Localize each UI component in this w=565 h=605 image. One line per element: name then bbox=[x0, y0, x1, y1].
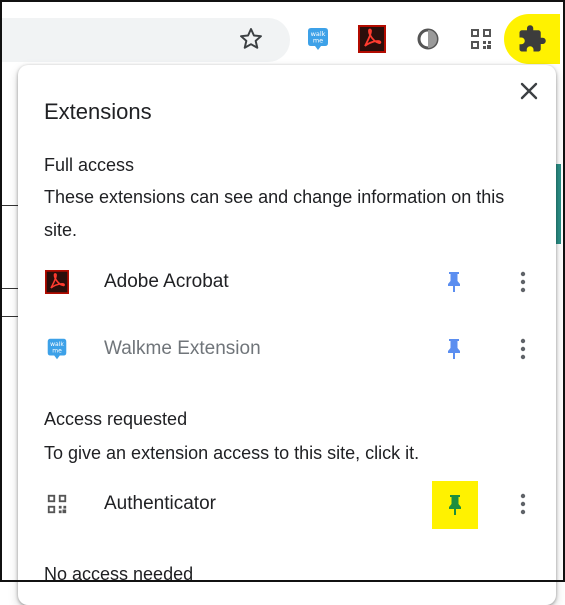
screenshot-border bbox=[0, 0, 565, 582]
